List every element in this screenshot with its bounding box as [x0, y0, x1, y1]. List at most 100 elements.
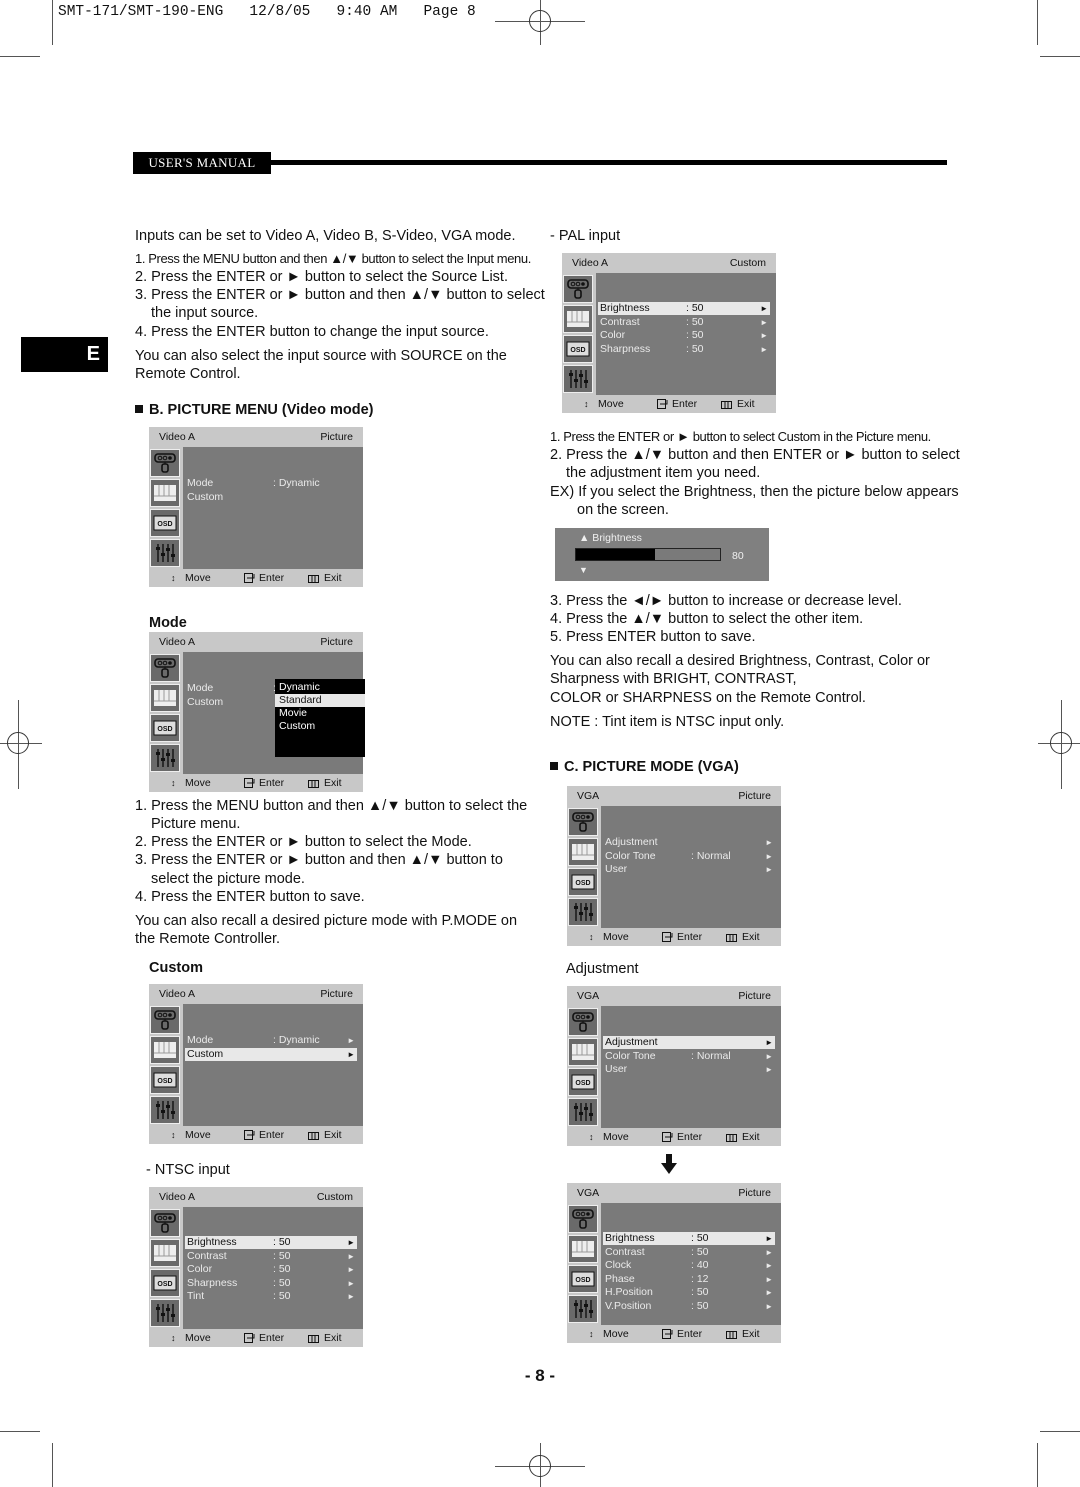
osd-item-custom[interactable]: Custom ► — [185, 1047, 357, 1061]
source-note: Remote Control. — [135, 366, 241, 382]
osd-icon[interactable]: OSD — [150, 1066, 180, 1094]
move-icon: ↕ — [584, 399, 589, 409]
osd-item-adjustment[interactable]: Adjustment ► — [603, 836, 775, 849]
osd-item-color-tone[interactable]: Color Tone: Normal ► — [603, 1050, 775, 1063]
page-number: - 8 - — [524, 1366, 556, 1385]
osd-ntsc-menu: Video A Custom OSD Brightness: 50 ► Contrast:… — [149, 1187, 363, 1347]
osd-items: Adjustment ► Color Tone: Normal ► User ► — [603, 1006, 781, 1128]
osd-item-contrast[interactable]: Contrast: 50 ► — [185, 1250, 357, 1263]
osd-item-h-position[interactable]: H.Position: 50 ► — [603, 1286, 775, 1299]
osd-title: Picture — [738, 790, 771, 802]
right-arrow-icon: ► — [765, 1065, 773, 1075]
mode-dropdown[interactable]: Dynamic Standard Movie Custom — [275, 679, 365, 757]
osd-item-color[interactable]: Color: 50 ► — [598, 329, 770, 342]
osd-item-user[interactable]: User ► — [603, 1063, 775, 1076]
setup-icon[interactable] — [563, 365, 593, 393]
osd-title-bar: Video A Picture — [149, 632, 363, 652]
osd-items: Brightness: 50 ► Contrast: 50 ► Color: 50 ► Sh… — [185, 1207, 363, 1329]
osd-source: Video A — [159, 636, 196, 648]
setup-icon[interactable] — [150, 1096, 180, 1124]
picture-icon[interactable] — [563, 305, 593, 333]
osd-item-label: Color Tone — [605, 1049, 656, 1062]
osd-item-contrast[interactable]: Contrast: 50 ► — [603, 1246, 775, 1259]
mode-option[interactable]: Standard — [275, 694, 365, 707]
input-step: 2. Press the ENTER or ► button to select… — [135, 269, 508, 285]
mode-option[interactable]: Movie — [275, 707, 365, 720]
right-arrow-icon: ► — [765, 838, 773, 847]
osd-icon[interactable]: OSD — [568, 868, 598, 896]
osd-item-contrast[interactable]: Contrast: 50 ► — [598, 316, 770, 329]
osd-item-mode[interactable]: Mode: Dynamic — [185, 477, 357, 490]
picture-icon[interactable] — [568, 1235, 598, 1263]
osd-item-brightness[interactable]: Brightness: 50 ► — [598, 302, 770, 315]
mode-step: Picture menu. — [151, 816, 241, 832]
exit-label: Exit — [737, 398, 755, 410]
setup-icon[interactable] — [568, 1098, 598, 1126]
move-label: Move — [603, 931, 629, 943]
osd-icon[interactable]: OSD — [150, 509, 180, 537]
input-icon[interactable] — [150, 1006, 180, 1034]
osd-icon[interactable]: OSD — [568, 1265, 598, 1293]
input-icon[interactable] — [568, 1205, 598, 1233]
setup-icon[interactable] — [150, 1299, 180, 1327]
section-c-heading: C. PICTURE MODE (VGA) — [550, 759, 739, 775]
setup-icon[interactable] — [150, 744, 180, 772]
osd-item-sharpness[interactable]: Sharpness: 50 ► — [598, 343, 770, 356]
setup-icon[interactable] — [150, 539, 180, 567]
picture-icon[interactable] — [568, 838, 598, 866]
exit-icon — [308, 1334, 319, 1346]
osd-item-label: Contrast — [600, 315, 640, 328]
mode-option[interactable]: Custom — [275, 720, 365, 733]
osd-item-brightness[interactable]: Brightness: 50 ► — [185, 1236, 357, 1249]
move-label: Move — [185, 1332, 211, 1344]
osd-item-adjustment[interactable]: Adjustment ► — [603, 1036, 775, 1049]
brightness-slider[interactable] — [575, 548, 721, 561]
enter-icon — [662, 932, 673, 945]
crop-mark — [52, 0, 53, 45]
osd-icon[interactable]: OSD — [150, 1269, 180, 1297]
osd-item-v-position[interactable]: V.Position: 50 ► — [603, 1300, 775, 1313]
setup-icon[interactable] — [568, 1295, 598, 1323]
osd-item-color[interactable]: Color: 50 ► — [185, 1263, 357, 1276]
picture-icon[interactable] — [568, 1038, 598, 1066]
osd-item-label: Brightness — [187, 1236, 237, 1248]
osd-item-custom[interactable]: Custom — [185, 491, 357, 504]
adjustment-heading: Adjustment — [566, 961, 639, 977]
input-icon[interactable] — [568, 808, 598, 836]
osd-icon-bar: OSD — [567, 806, 601, 928]
mode-option[interactable]: Dynamic — [275, 681, 365, 694]
input-step: the input source. — [151, 305, 259, 321]
osd-icon[interactable]: OSD — [568, 1068, 598, 1096]
osd-item-clock[interactable]: Clock: 40 ► — [603, 1259, 775, 1272]
input-icon[interactable] — [568, 1008, 598, 1036]
osd-item-mode[interactable]: Mode: Dynamic ► — [185, 1034, 357, 1047]
input-icon[interactable] — [150, 654, 180, 682]
picture-icon[interactable] — [150, 1239, 180, 1267]
osd-source: Video A — [572, 257, 609, 269]
enter-label: Enter — [259, 1332, 285, 1344]
input-icon[interactable] — [150, 1209, 180, 1237]
picture-icon[interactable] — [150, 1036, 180, 1064]
osd-item-brightness[interactable]: Brightness: 50 ► — [603, 1232, 775, 1245]
osd-item-sharpness[interactable]: Sharpness: 50 ► — [185, 1277, 357, 1290]
osd-icon[interactable]: OSD — [563, 335, 593, 363]
osd-item-user[interactable]: User ► — [603, 863, 775, 876]
picture-icon[interactable] — [150, 684, 180, 712]
mode-step: 2. Press the ENTER or ► button to select… — [135, 834, 472, 850]
osd-item-tint[interactable]: Tint: 50 ► — [185, 1290, 357, 1303]
right-arrow-icon: ► — [347, 1238, 355, 1247]
setup-icon[interactable] — [568, 898, 598, 926]
right-arrow-icon: ► — [347, 1278, 355, 1288]
picture-icon[interactable] — [150, 479, 180, 507]
crop-mark — [1040, 56, 1080, 57]
svg-text:OSD: OSD — [575, 880, 590, 887]
input-icon[interactable] — [563, 275, 593, 303]
osd-body: OSD Brightness: 50 ► Contrast: 50 ► Color: 50… — [562, 273, 776, 395]
down-arrow-icon — [661, 1154, 677, 1174]
osd-item-phase[interactable]: Phase: 12 ► — [603, 1273, 775, 1286]
osd-item-label: Color — [187, 1263, 213, 1276]
osd-icon[interactable]: OSD — [150, 714, 180, 742]
input-icon[interactable] — [150, 449, 180, 477]
enter-label: Enter — [259, 777, 285, 789]
osd-item-color-tone[interactable]: Color Tone: Normal ► — [603, 850, 775, 863]
